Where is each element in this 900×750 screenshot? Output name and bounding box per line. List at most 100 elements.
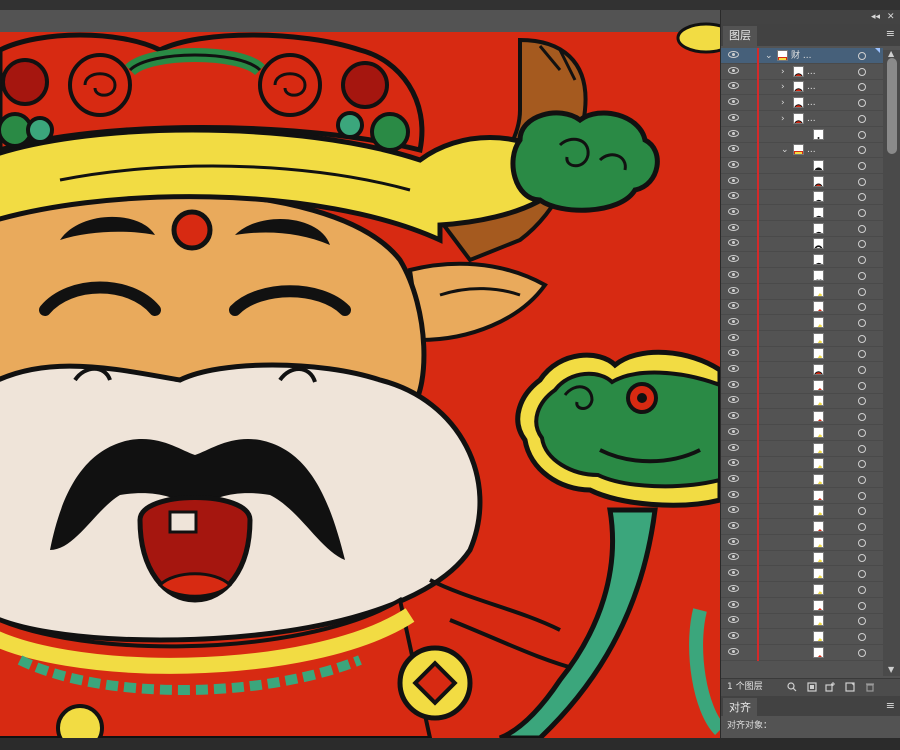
- target-circle-icon[interactable]: [858, 67, 866, 76]
- target-circle-icon[interactable]: [858, 177, 866, 186]
- target-circle-icon[interactable]: [858, 224, 866, 233]
- eye-visibility-icon[interactable]: [728, 553, 739, 561]
- selection-indicator[interactable]: [875, 95, 881, 111]
- target-circle-icon[interactable]: [858, 475, 866, 484]
- chevron-down-icon[interactable]: ⌄: [765, 49, 773, 63]
- target-circle-icon[interactable]: [858, 648, 866, 657]
- target-circle-icon[interactable]: [858, 52, 866, 60]
- layer-name[interactable]: ...: [807, 80, 816, 94]
- selection-indicator[interactable]: [875, 127, 881, 143]
- path-row[interactable]: [721, 314, 883, 331]
- target-circle-icon[interactable]: [858, 287, 866, 296]
- eye-visibility-icon[interactable]: [728, 631, 739, 639]
- close-icon[interactable]: ✕: [887, 11, 895, 23]
- eye-visibility-icon[interactable]: [728, 113, 739, 121]
- target-circle-icon[interactable]: [858, 523, 866, 531]
- eye-visibility-icon[interactable]: [728, 349, 739, 357]
- path-row[interactable]: [721, 424, 883, 441]
- eye-visibility-icon[interactable]: [728, 412, 739, 420]
- selection-indicator[interactable]: [875, 221, 881, 237]
- eye-visibility-icon[interactable]: [728, 333, 739, 341]
- selection-indicator[interactable]: [875, 299, 881, 315]
- target-circle-icon[interactable]: [858, 114, 866, 123]
- eye-visibility-icon[interactable]: [728, 145, 739, 153]
- selection-indicator[interactable]: [875, 645, 881, 661]
- selection-indicator[interactable]: [875, 252, 881, 268]
- selection-indicator[interactable]: [875, 425, 881, 441]
- target-circle-icon[interactable]: [858, 444, 866, 453]
- target-circle-icon[interactable]: [858, 381, 866, 390]
- group-row[interactable]: ›...: [721, 63, 883, 80]
- target-circle-icon[interactable]: [858, 130, 866, 139]
- selection-indicator[interactable]: [875, 174, 881, 190]
- chevron-right-icon[interactable]: ›: [781, 96, 785, 110]
- path-row[interactable]: [721, 581, 883, 598]
- chevron-right-icon[interactable]: ›: [781, 65, 785, 79]
- selection-indicator[interactable]: [875, 488, 881, 504]
- double-chevron-icon[interactable]: ◂◂: [871, 11, 880, 23]
- selection-indicator[interactable]: [875, 613, 881, 629]
- eye-visibility-icon[interactable]: [728, 129, 739, 137]
- eye-visibility-icon[interactable]: [728, 82, 739, 90]
- layers-scrollbar[interactable]: ▲ ▼: [883, 50, 900, 676]
- path-row[interactable]: [721, 205, 883, 221]
- target-circle-icon[interactable]: [858, 146, 866, 155]
- chevron-down-icon[interactable]: ⌄: [781, 143, 789, 157]
- eye-visibility-icon[interactable]: [728, 270, 739, 278]
- eye-visibility-icon[interactable]: [728, 427, 739, 435]
- eye-visibility-icon[interactable]: [728, 600, 739, 608]
- path-row[interactable]: [721, 173, 883, 190]
- eye-visibility-icon[interactable]: [728, 160, 739, 168]
- selection-indicator[interactable]: [875, 268, 881, 284]
- path-row[interactable]: [721, 597, 883, 614]
- eye-visibility-icon[interactable]: [728, 522, 739, 529]
- target-circle-icon[interactable]: [858, 303, 866, 312]
- new-sublayer-icon[interactable]: [825, 682, 835, 692]
- path-row[interactable]: [721, 456, 883, 473]
- eye-visibility-icon[interactable]: [728, 443, 739, 451]
- layer-name[interactable]: ...: [807, 112, 816, 126]
- selection-indicator[interactable]: [875, 315, 881, 331]
- path-row[interactable]: [721, 613, 883, 630]
- selection-indicator[interactable]: [875, 472, 881, 488]
- target-circle-icon[interactable]: [858, 601, 866, 610]
- selection-indicator[interactable]: [875, 346, 881, 362]
- path-row[interactable]: [721, 534, 883, 551]
- eye-visibility-icon[interactable]: [728, 647, 739, 655]
- eye-visibility-icon[interactable]: [728, 317, 739, 325]
- selection-indicator[interactable]: [875, 629, 881, 645]
- target-circle-icon[interactable]: [858, 460, 866, 469]
- target-circle-icon[interactable]: [858, 209, 866, 217]
- chevron-right-icon[interactable]: ›: [781, 112, 785, 126]
- target-circle-icon[interactable]: [858, 585, 866, 594]
- search-icon[interactable]: [787, 682, 797, 692]
- selection-indicator[interactable]: [875, 189, 881, 205]
- tab-align[interactable]: 对齐: [723, 698, 757, 718]
- eye-visibility-icon[interactable]: [728, 459, 739, 467]
- path-row[interactable]: [721, 503, 883, 520]
- path-row[interactable]: [721, 330, 883, 347]
- eye-visibility-icon[interactable]: [728, 569, 739, 577]
- selection-indicator[interactable]: [875, 598, 881, 614]
- path-row[interactable]: [721, 409, 883, 426]
- path-row[interactable]: [721, 236, 883, 253]
- align-menu-icon[interactable]: ≡: [886, 700, 895, 712]
- eye-visibility-icon[interactable]: [728, 537, 739, 545]
- target-circle-icon[interactable]: [858, 617, 866, 626]
- path-row[interactable]: [721, 220, 883, 237]
- eye-visibility-icon[interactable]: [728, 286, 739, 294]
- target-circle-icon[interactable]: [858, 366, 866, 374]
- eye-visibility-icon[interactable]: [728, 302, 739, 310]
- selection-indicator[interactable]: [875, 64, 881, 80]
- eye-visibility-icon[interactable]: [728, 474, 739, 482]
- path-row[interactable]: [721, 346, 883, 363]
- path-row[interactable]: [721, 377, 883, 394]
- target-circle-icon[interactable]: [858, 240, 866, 249]
- path-row[interactable]: [721, 393, 883, 410]
- target-circle-icon[interactable]: [858, 428, 866, 437]
- eye-visibility-icon[interactable]: [728, 365, 739, 372]
- eye-visibility-icon[interactable]: [728, 255, 739, 263]
- target-circle-icon[interactable]: [858, 491, 866, 500]
- path-row[interactable]: [721, 550, 883, 567]
- target-circle-icon[interactable]: [858, 570, 866, 579]
